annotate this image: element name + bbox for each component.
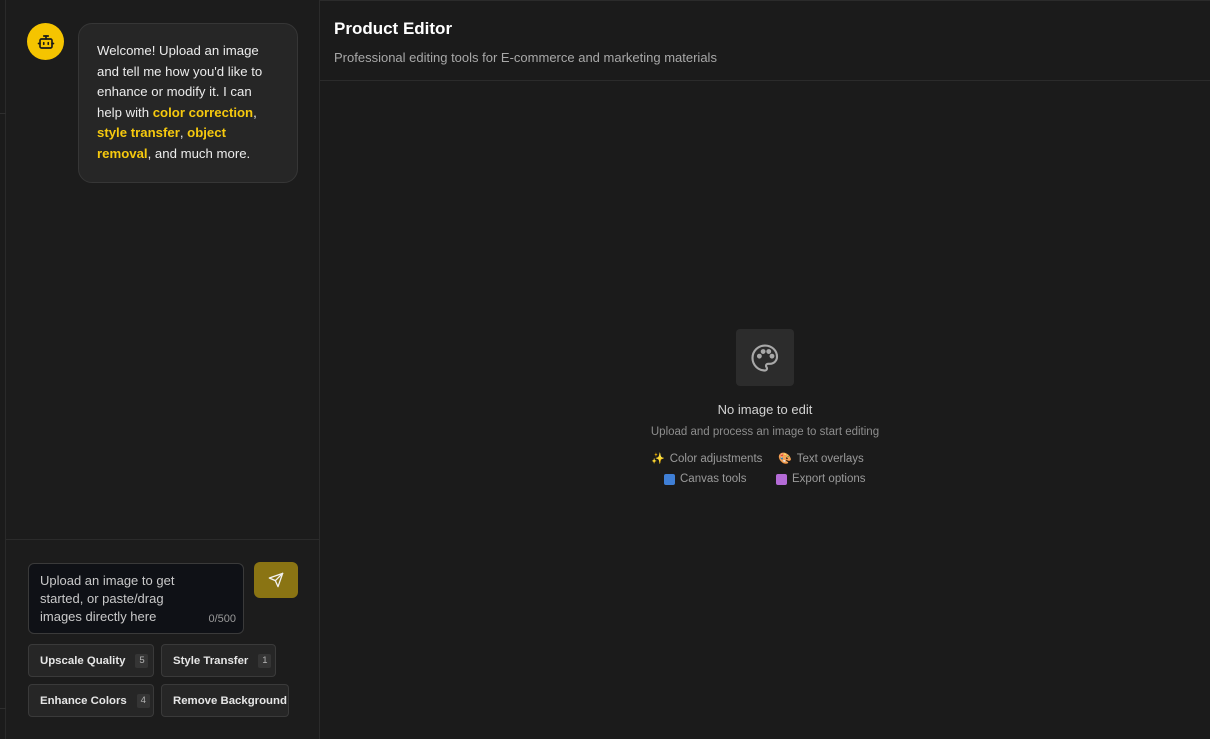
sparkles-icon: ✨ [651, 453, 665, 465]
feature-list: ✨ Color adjustments 🎨 Text overlays Canv… [650, 452, 880, 496]
feature-color-adjustments: ✨ Color adjustments [651, 452, 763, 466]
welcome-separator: , [253, 104, 257, 120]
feature-label: Color adjustments [669, 452, 763, 465]
palette-icon [751, 343, 779, 372]
quick-action-label: Style Transfer [173, 654, 249, 667]
robot-icon [37, 34, 54, 49]
send-icon [268, 572, 284, 588]
package-icon [776, 473, 787, 485]
quick-action-label: Remove Background [173, 694, 287, 707]
highlight-style-transfer: style transfer [97, 125, 180, 141]
chat-messages: Welcome! Upload an image and tell me how… [6, 0, 319, 540]
feature-export-options: Export options [776, 473, 866, 485]
upscale-quality-button[interactable]: Upscale Quality 5 [28, 644, 154, 677]
quick-action-count: 1 [258, 653, 272, 668]
char-counter: 0/500 [208, 613, 236, 625]
chat-input[interactable]: Upload an image to get started, or paste… [28, 563, 244, 634]
empty-state-title: No image to edit [717, 402, 813, 417]
page-title: Product Editor [334, 19, 453, 38]
remove-background-button[interactable]: Remove Background [161, 684, 289, 717]
feature-text-overlays: 🎨 Text overlays [778, 452, 864, 466]
style-transfer-button[interactable]: Style Transfer 1 [161, 644, 276, 677]
refresh-icon [664, 473, 675, 485]
quick-action-label: Enhance Colors [40, 694, 127, 707]
app-root: Welcome! Upload an image and tell me how… [0, 0, 1210, 739]
chat-panel: Welcome! Upload an image and tell me how… [6, 0, 320, 739]
page-subtitle: Professional editing tools for E-commerc… [334, 50, 717, 65]
quick-action-count: 4 [136, 693, 150, 708]
chat-composer: Upload an image to get started, or paste… [6, 541, 319, 739]
empty-state-subtitle: Upload and process an image to start edi… [650, 426, 880, 438]
palette-icon-box [736, 329, 794, 386]
send-button[interactable] [254, 562, 298, 598]
quick-action-label: Upscale Quality [40, 654, 126, 667]
chat-input-placeholder: Upload an image to get started, or paste… [40, 573, 175, 624]
enhance-colors-button[interactable]: Enhance Colors 4 [28, 684, 154, 717]
welcome-text-end: , and much more. [147, 145, 251, 161]
highlight-color-correction: color correction [152, 104, 254, 120]
welcome-message: Welcome! Upload an image and tell me how… [78, 23, 298, 183]
empty-state: No image to edit Upload and process an i… [320, 329, 1210, 496]
feature-canvas-tools: Canvas tools [664, 473, 746, 485]
quick-action-count: 5 [135, 653, 149, 668]
feature-label: Export options [792, 473, 866, 485]
editor-panel: Product Editor Professional editing tool… [320, 0, 1210, 739]
bot-avatar [27, 23, 64, 60]
palette-icon: 🎨 [778, 453, 792, 465]
editor-header: Product Editor Professional editing tool… [320, 0, 1210, 81]
feature-label: Canvas tools [680, 473, 747, 485]
feature-label: Text overlays [796, 452, 864, 465]
